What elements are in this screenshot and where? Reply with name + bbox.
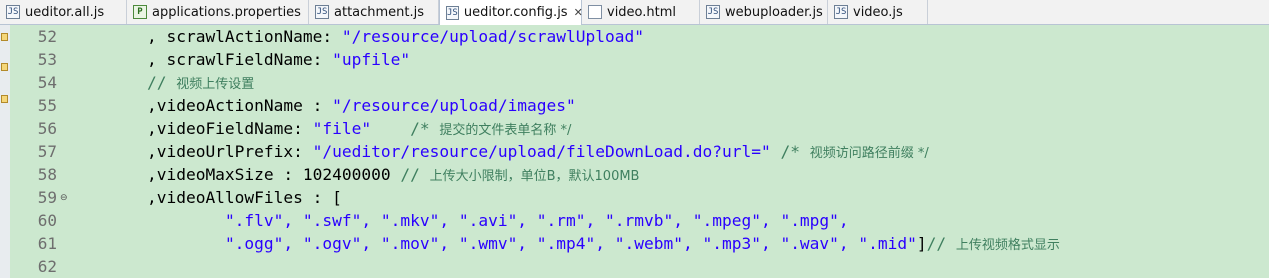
- tab-label: ueditor.all.js: [25, 4, 105, 20]
- tab-label: video.html: [607, 4, 677, 20]
- comment: 上传大小限制，单位B，默认100MB: [429, 169, 640, 184]
- line-number: 62: [37, 257, 57, 276]
- tab-label: webuploader.js: [725, 4, 823, 20]
- code-line[interactable]: ".flv", ".swf", ".mkv", ".avi", ".rm", "…: [69, 211, 849, 230]
- comment: 视频上传设置: [176, 77, 255, 92]
- code-line[interactable]: , scrawlActionName: "/resource/upload/sc…: [69, 27, 644, 46]
- line-number: 61: [37, 234, 57, 253]
- tab-webuploader-js[interactable]: JS webuploader.js: [700, 0, 828, 24]
- bookmark-icon: [1, 33, 8, 41]
- code-line[interactable]: ".ogg", ".ogv", ".mov", ".wmv", ".mp4", …: [69, 234, 1060, 253]
- line-number: 59: [37, 188, 57, 207]
- tab-attachment-js[interactable]: JS attachment.js: [309, 0, 439, 24]
- code-line[interactable]: // 视频上传设置: [69, 73, 254, 92]
- tab-label: video.js: [853, 4, 903, 20]
- string-literal: ".ogg", ".ogv", ".mov", ".wmv", ".mp4", …: [224, 234, 917, 253]
- line-number: 58: [37, 165, 57, 184]
- tab-ueditor-config-js[interactable]: JS ueditor.config.js ✕: [439, 0, 583, 25]
- comment: 上传视频格式显示: [955, 238, 1060, 253]
- code-line[interactable]: ,videoMaxSize : 102400000 // 上传大小限制，单位B，…: [69, 165, 640, 184]
- line-number: 53: [37, 50, 57, 69]
- bookmark-icon: [1, 95, 8, 103]
- string-literal: "/resource/upload/images": [332, 96, 576, 115]
- tab-label: applications.properties: [152, 4, 301, 20]
- tab-label: attachment.js: [334, 4, 425, 20]
- string-literal: "file": [312, 119, 372, 138]
- code-line[interactable]: ,videoAllowFiles : [: [69, 188, 342, 207]
- string-literal: "upfile": [332, 50, 411, 69]
- code-text: , scrawlFieldName:: [69, 50, 333, 69]
- code-line[interactable]: ,videoActionName : "/resource/upload/ima…: [69, 96, 576, 115]
- line-number-ruler: 52 53 54 55 56 57 58 59 ⊖ 60 61 62: [10, 25, 69, 278]
- line-number: 52: [37, 27, 57, 46]
- comment: //: [400, 165, 430, 184]
- left-marker-gutter: [0, 25, 10, 278]
- tab-applications-properties[interactable]: P applications.properties: [127, 0, 309, 24]
- html-file-icon: [588, 5, 602, 19]
- js-file-icon: JS: [315, 5, 329, 19]
- js-file-icon: JS: [6, 5, 20, 19]
- code-editor[interactable]: , scrawlActionName: "/resource/upload/sc…: [69, 25, 1269, 278]
- fold-collapse-icon[interactable]: ⊖: [60, 193, 68, 203]
- code-text: ,videoMaxSize : 102400000: [69, 165, 401, 184]
- tab-ueditor-all-js[interactable]: JS ueditor.all.js: [0, 0, 127, 24]
- code-text: ,videoActionName :: [69, 96, 333, 115]
- tab-label: ueditor.config.js: [463, 5, 568, 20]
- comment: 视频访问路径前缀 */: [809, 146, 929, 161]
- code-line[interactable]: ,videoUrlPrefix: "/ueditor/resource/uplo…: [69, 142, 929, 161]
- comment: /*: [371, 119, 440, 138]
- js-file-icon: JS: [446, 5, 459, 20]
- string-literal: "/resource/upload/scrawlUpload": [341, 27, 645, 46]
- comment: //: [69, 73, 177, 92]
- js-file-icon: JS: [834, 5, 848, 19]
- string-literal: ".flv", ".swf", ".mkv", ".avi", ".rm", "…: [224, 211, 849, 230]
- line-number: 60: [37, 211, 57, 230]
- tab-video-html[interactable]: video.html: [582, 0, 700, 24]
- comment: /*: [770, 142, 810, 161]
- comment: //: [926, 234, 956, 253]
- code-line[interactable]: , scrawlFieldName: "upfile": [69, 50, 410, 69]
- editor-tab-bar: JS ueditor.all.js P applications.propert…: [0, 0, 1269, 25]
- line-number: 55: [37, 96, 57, 115]
- code-text: , scrawlActionName:: [69, 27, 342, 46]
- tab-video-js[interactable]: JS video.js: [828, 0, 928, 24]
- code-text: ,videoAllowFiles : [: [69, 188, 342, 207]
- line-number: 56: [37, 119, 57, 138]
- string-literal: "/ueditor/resource/upload/fileDownLoad.d…: [312, 142, 771, 161]
- js-file-icon: JS: [706, 5, 720, 19]
- line-number: 57: [37, 142, 57, 161]
- code-line[interactable]: ,videoFieldName: "file" /* 提交的文件表单名称 */: [69, 119, 571, 138]
- bookmark-icon: [1, 63, 8, 71]
- properties-file-icon: P: [133, 5, 147, 19]
- line-number: 54: [37, 73, 57, 92]
- code-text: ,videoFieldName:: [69, 119, 313, 138]
- code-text: ]: [916, 234, 927, 253]
- comment: 提交的文件表单名称 */: [439, 123, 572, 138]
- code-text: ,videoUrlPrefix:: [69, 142, 313, 161]
